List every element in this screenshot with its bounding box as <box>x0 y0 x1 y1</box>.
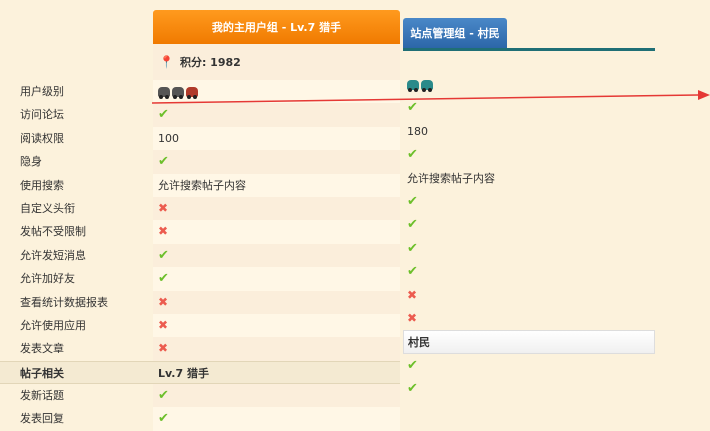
check-icon: ✔ <box>158 411 169 427</box>
car-icon <box>421 79 433 92</box>
check-icon: ✔ <box>153 243 400 268</box>
section-value: Lv.7 猎手 <box>153 360 400 385</box>
permission-label: 使用搜索 <box>20 178 64 192</box>
pin-icon: 📍 <box>159 55 174 69</box>
check-icon: ✔ <box>407 264 418 280</box>
permission-label: 阅读权限 <box>20 131 64 145</box>
car-icon <box>407 79 419 92</box>
my-group-cells: ✔ 100 ✔ 允许搜索帖子内容 ✖ ✖ ✔ ✔ ✖ ✖ ✖ Lv.7 猎手 ✔ ✔ <box>153 80 400 431</box>
section-value: 村民 <box>403 330 655 354</box>
check-icon: ✔ <box>153 384 400 408</box>
check-icon: ✔ <box>407 217 418 233</box>
level-icons <box>153 80 400 103</box>
permission-label: 查看统计数据报表 <box>20 295 108 309</box>
permission-label: 允许加好友 <box>20 272 75 286</box>
cross-icon: ✖ <box>153 290 400 314</box>
check-icon: ✔ <box>153 150 400 174</box>
check-icon: ✔ <box>153 103 400 127</box>
car-icon <box>172 86 184 99</box>
cross-icon: ✖ <box>153 337 400 361</box>
my-group-column: 我的主用户组 - Lv.7 猎手 📍 积分: 1982 ✔ 100 ✔ 允许搜索帖子内… <box>153 10 400 431</box>
permission-label: 允许使用应用 <box>20 318 86 332</box>
cross-icon: ✖ <box>407 287 418 302</box>
my-group-header[interactable]: 我的主用户组 - Lv.7 猎手 <box>153 10 400 44</box>
permission-label: 发新话题 <box>20 389 64 403</box>
check-icon: ✔ <box>158 271 169 287</box>
car-icon <box>158 86 170 99</box>
cross-icon: ✖ <box>158 224 169 239</box>
permission-label: 允许发短消息 <box>20 248 86 262</box>
cell-value: 180 <box>407 124 428 138</box>
permission-label: 发帖不受限制 <box>20 225 86 239</box>
check-icon: ✔ <box>407 147 418 163</box>
check-icon: ✔ <box>407 240 418 256</box>
admin-group-tab[interactable]: 站点管理组 - 村民 <box>403 18 507 48</box>
cross-icon: ✖ <box>407 310 418 325</box>
permission-label: 发表文章 <box>20 342 64 356</box>
permission-label: 隐身 <box>20 155 42 169</box>
cross-icon: ✖ <box>158 317 169 332</box>
check-icon: ✔ <box>407 100 418 116</box>
cell-value: 100 <box>158 131 179 145</box>
permission-label: 自定义头衔 <box>20 201 75 215</box>
permission-label: 帖子相关 <box>0 360 153 385</box>
permission-labels: 用户级别访问论坛阅读权限隐身使用搜索自定义头衔发帖不受限制 允许发短消息 允许加好友… <box>0 80 153 431</box>
permission-label: 访问论坛 <box>20 108 64 122</box>
cross-icon: ✖ <box>153 196 400 221</box>
cell-value: 允许搜索帖子内容 <box>407 171 495 185</box>
check-icon: ✔ <box>407 193 418 209</box>
permission-label: 发表回复 <box>20 412 64 426</box>
score-row: 📍 积分: 1982 <box>153 44 400 80</box>
admin-group-cells: ✔ 180 ✔ 允许搜索帖子内容 ✔ ✔ ✔ ✔ ✖ ✖ 村民 ✔ ✔ <box>403 73 655 400</box>
check-icon: ✔ <box>407 381 418 397</box>
check-icon: ✔ <box>407 357 418 373</box>
permission-label: 用户级别 <box>20 85 64 98</box>
car-icon <box>186 86 198 99</box>
cell-value: 允许搜索帖子内容 <box>158 178 246 192</box>
level-icons <box>403 73 655 96</box>
score-text: 积分: 1982 <box>179 56 241 69</box>
admin-group-column: 站点管理组 - 村民 ✔ 180 ✔ 允许搜索帖子内容 ✔ ✔ ✔ ✔ ✖ ✖ 村民 ✔ ✔ <box>403 18 655 431</box>
